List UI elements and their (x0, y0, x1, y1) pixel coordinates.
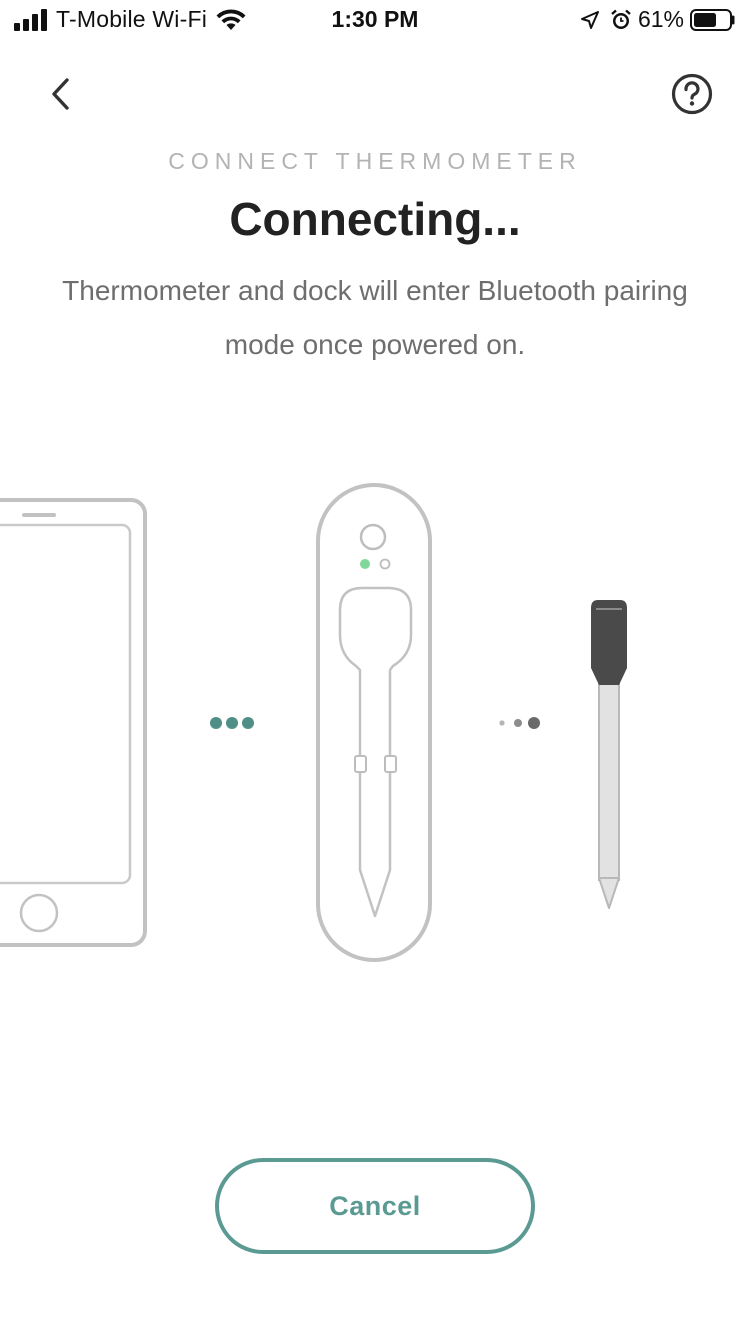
question-circle-icon (671, 73, 713, 115)
status-bar: T-Mobile Wi-Fi 1:30 PM 61% (0, 0, 750, 40)
help-button[interactable] (668, 70, 716, 118)
status-led-off (379, 558, 391, 570)
alarm-icon (611, 9, 631, 29)
thermometer-probe-illustration (591, 600, 627, 909)
back-button[interactable] (36, 70, 84, 118)
cancel-button-label: Cancel (329, 1190, 421, 1221)
cancel-button[interactable]: Cancel (215, 1158, 535, 1254)
pairing-illustration (0, 483, 627, 962)
step-eyebrow: CONNECT THERMOMETER (168, 148, 582, 174)
connecting-dots-pending (499, 717, 540, 729)
chevron-left-icon (52, 78, 69, 110)
battery-icon (690, 8, 735, 31)
location-arrow-icon (580, 10, 599, 29)
dock-illustration (316, 483, 432, 962)
phone-illustration (0, 498, 147, 947)
status-led-green (360, 559, 370, 569)
status-bar-right: 61% (580, 6, 736, 33)
connect-thermometer-screen: T-Mobile Wi-Fi 1:30 PM 61% CONNECT THERM… (0, 0, 750, 1334)
page-title: Connecting... (229, 193, 521, 245)
battery-percent: 61% (637, 6, 684, 32)
connecting-dots-active (210, 717, 254, 729)
page-subtitle: Thermometer and dock will enter Bluetoot… (62, 275, 688, 360)
